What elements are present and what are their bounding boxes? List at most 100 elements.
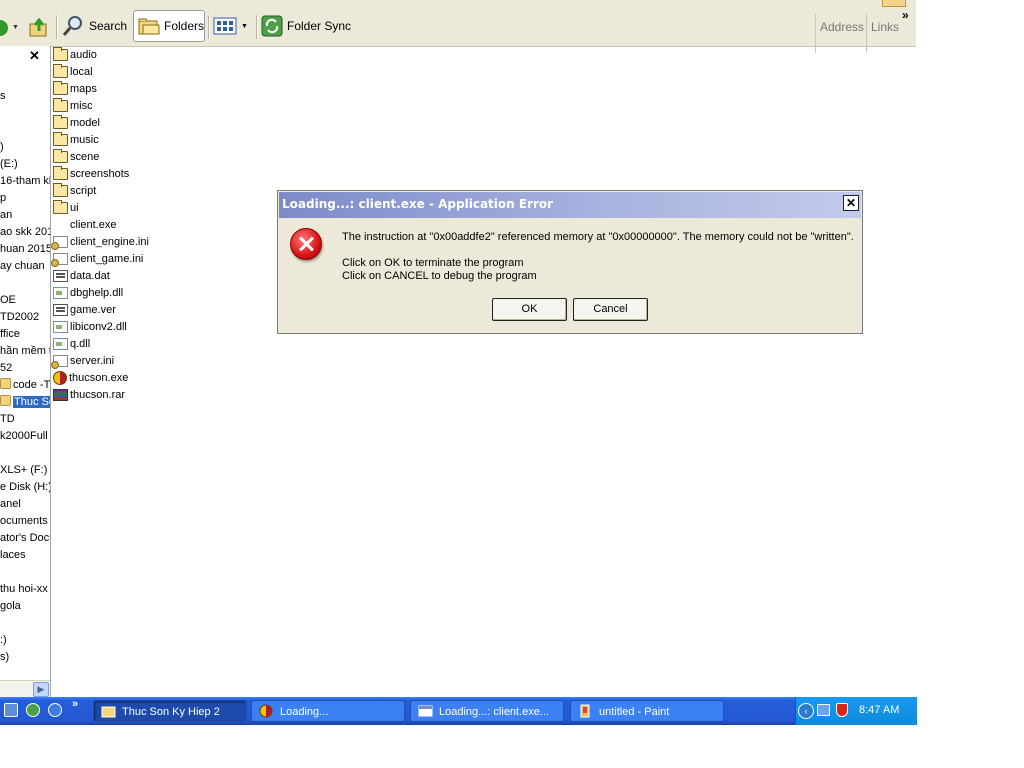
tree-item[interactable]: gola [0, 598, 21, 614]
tree-item[interactable]: anel [0, 496, 21, 512]
up-folder-icon[interactable] [29, 18, 49, 38]
tree-item[interactable]: 16-tham kh [0, 173, 50, 189]
folder-icon [53, 131, 68, 146]
cancel-button[interactable]: Cancel [573, 298, 648, 321]
folder-icon [0, 395, 11, 406]
ok-button[interactable]: OK [492, 298, 567, 321]
tree-item[interactable]: ao skk 201 [0, 224, 50, 240]
folder-icon [53, 114, 68, 129]
tree-item[interactable]: s [0, 88, 6, 104]
tree-item[interactable]: an [0, 207, 12, 223]
file-item[interactable]: scene [53, 148, 99, 165]
dialog-close-button[interactable]: ✕ [843, 195, 859, 211]
tree-item[interactable]: ocuments [0, 513, 48, 529]
file-item[interactable]: q.dll [53, 335, 90, 352]
tree-item[interactable]: ay chuan [0, 258, 45, 274]
file-item[interactable]: audio [53, 46, 97, 63]
search-button[interactable]: Search [61, 10, 127, 42]
clock[interactable]: 8:47 AM [859, 704, 899, 716]
quicklaunch-browser-icon[interactable] [48, 703, 62, 717]
dll-file-icon [53, 320, 68, 333]
search-button-label: Search [88, 19, 127, 33]
taskbar: » Thuc Son Ky Hiep 2 Loading... Loading.… [0, 697, 917, 725]
file-item[interactable]: client_engine.ini [51, 233, 149, 250]
file-item[interactable]: dbghelp.dll [53, 284, 123, 301]
file-item[interactable]: music [53, 131, 99, 148]
tree-item[interactable]: TD2002 [0, 309, 39, 325]
file-item[interactable]: maps [53, 80, 97, 97]
quicklaunch-home-icon[interactable] [26, 703, 40, 717]
dialog-titlebar[interactable]: Loading...: client.exe - Application Err… [279, 192, 861, 218]
task-button-error-dialog[interactable]: Loading...: client.exe... [410, 700, 564, 722]
quicklaunch-chevron-icon[interactable]: » [72, 698, 78, 710]
security-shield-icon[interactable] [836, 703, 848, 717]
tree-item[interactable]: OE [0, 292, 16, 308]
back-arrow-icon[interactable] [0, 20, 8, 36]
standard-toolbar: ▼ Search Folders ▼ Folder Sync Address L… [0, 7, 916, 53]
folder-icon [53, 63, 68, 78]
file-item[interactable]: server.ini [51, 352, 114, 369]
links-bar-label[interactable]: Links [871, 20, 899, 34]
data-file-icon [53, 269, 68, 282]
task-button-loading[interactable]: Loading... [251, 700, 405, 722]
tree-item[interactable]: ) [0, 139, 4, 155]
tree-item-label: laces [0, 549, 26, 561]
task-button-paint[interactable]: untitled - Paint [570, 700, 724, 722]
tree-item-label: (E:) [0, 158, 18, 170]
tree-item-label: XLS+ (F:) [0, 464, 48, 476]
tree-item[interactable]: Thuc So [0, 394, 50, 410]
file-item[interactable]: thucson.rar [53, 386, 125, 403]
tree-item[interactable]: :) [0, 632, 7, 648]
tree-item[interactable]: laces [0, 547, 26, 563]
views-dropdown-icon: ▼ [241, 22, 248, 30]
tree-item[interactable]: XLS+ (F:) [0, 462, 47, 478]
file-item[interactable]: client_game.ini [51, 250, 143, 267]
file-item[interactable]: script [53, 182, 96, 199]
tree-item[interactable]: e Disk (H:) [0, 479, 50, 495]
network-icon[interactable] [817, 704, 830, 716]
file-item[interactable]: thucson.exe [53, 369, 128, 386]
folders-button[interactable]: Folders [133, 10, 205, 42]
views-button[interactable]: ▼ [213, 10, 251, 42]
tree-item[interactable]: p [0, 190, 6, 206]
file-name: maps [70, 82, 97, 95]
quicklaunch-desktop-icon[interactable] [4, 703, 18, 717]
tree-item-label: hần mềm ti [0, 345, 51, 357]
dialog-title: Loading...: client.exe - Application Err… [282, 197, 554, 211]
folder-sync-button[interactable]: Folder Sync [261, 10, 361, 42]
file-item[interactable]: data.dat [53, 267, 110, 284]
tree-item[interactable]: hần mềm ti [0, 343, 51, 359]
file-name: dbghelp.dll [70, 286, 124, 299]
close-pane-icon[interactable]: ✕ [29, 48, 40, 64]
tree-item[interactable]: 52 [0, 360, 12, 376]
file-item[interactable]: local [53, 63, 93, 80]
file-item[interactable]: model [53, 114, 100, 131]
file-item[interactable]: ui [53, 199, 79, 216]
tree-item[interactable]: TD [0, 411, 15, 427]
tree-item[interactable]: ffice [0, 326, 20, 342]
scroll-right-icon[interactable]: ▶ [33, 682, 49, 697]
tree-item-label: ocuments [0, 515, 48, 527]
address-bar-label[interactable]: Address [820, 20, 864, 34]
file-item[interactable]: misc [53, 97, 93, 114]
folders-tree-pane[interactable]: ✕ s) (E:) 16-tham kh p an ao skk 201 huan 2015… [0, 46, 51, 697]
tray-expand-icon[interactable]: ‹ [798, 703, 814, 719]
tree-item[interactable]: code -TS [0, 377, 50, 393]
tree-item[interactable]: (E:) [0, 156, 18, 172]
tree-item[interactable]: thu hoi-xx [0, 581, 48, 597]
file-item[interactable]: game.ver [53, 301, 116, 318]
file-item[interactable]: screenshots [53, 165, 129, 182]
tree-item[interactable]: s) [0, 649, 9, 665]
folder-icon [53, 46, 68, 61]
toolbar-overflow-icon[interactable]: » [902, 8, 909, 22]
back-dropdown-icon[interactable]: ▼ [12, 24, 19, 31]
tree-item[interactable]: k2000Full [0, 428, 48, 444]
file-item[interactable]: libiconv2.dll [53, 318, 127, 335]
tree-item[interactable]: huan 2015 [0, 241, 50, 257]
file-item[interactable]: client.exe [53, 216, 116, 233]
task-button-explorer[interactable]: Thuc Son Ky Hiep 2 [93, 700, 247, 722]
horizontal-scrollbar[interactable]: ▶ [0, 680, 50, 697]
tree-item[interactable]: ator's Docu [0, 530, 50, 546]
search-icon [62, 16, 82, 36]
file-name: thucson.rar [70, 388, 126, 401]
